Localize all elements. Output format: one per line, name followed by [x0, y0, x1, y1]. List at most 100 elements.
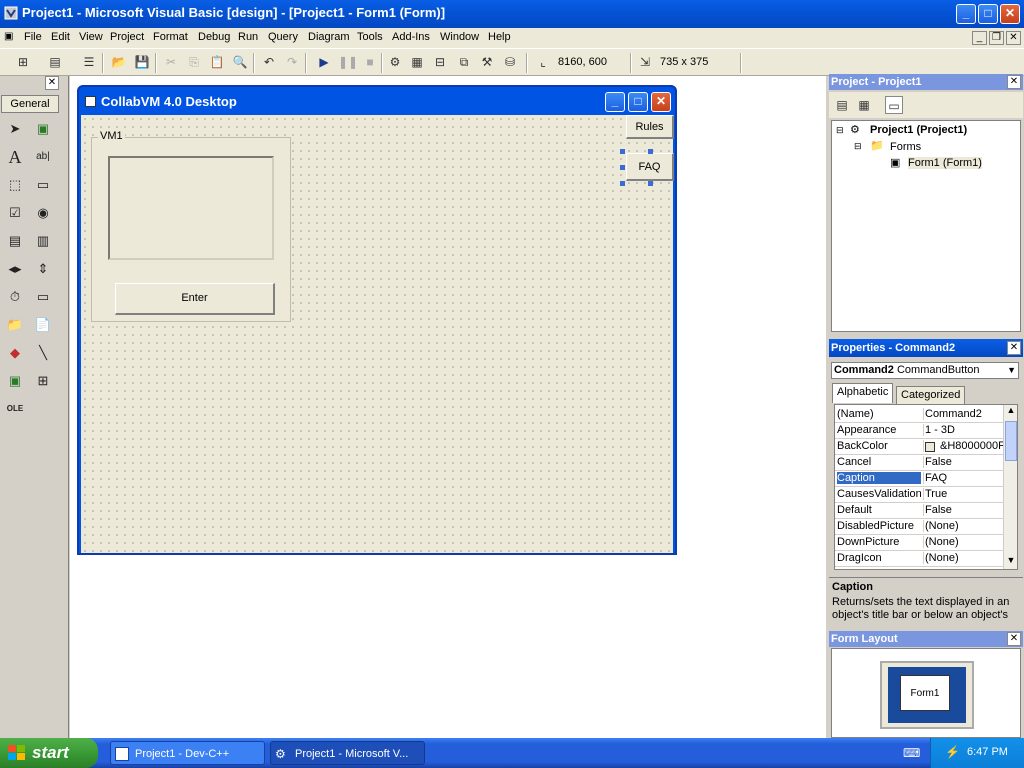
form1-preview[interactable]: Form1	[900, 675, 950, 711]
start-icon[interactable]: ▶	[315, 53, 333, 71]
menu-run[interactable]: Run	[238, 31, 258, 43]
object-browser-icon[interactable]: ⧉	[455, 53, 473, 71]
expand-icon[interactable]: ⊟	[854, 141, 862, 152]
network-icon[interactable]: ⚡	[945, 745, 960, 759]
property-row-selected[interactable]: Caption FAQ	[835, 471, 1003, 487]
menu-diagram[interactable]: Diagram	[308, 31, 350, 43]
mdi-close-button[interactable]: ✕	[1006, 31, 1021, 45]
keyboard-icon[interactable]: ⌨	[903, 746, 920, 760]
properties-panel-close-icon[interactable]: ✕	[1007, 341, 1021, 355]
form-designer-window[interactable]: CollabVM 4.0 Desktop _ □ ✕ VM1 Enter Rul…	[77, 85, 677, 555]
menu-help[interactable]: Help	[488, 31, 511, 43]
menu-view[interactable]: View	[79, 31, 103, 43]
tree-project-root[interactable]: Project1 (Project1)	[870, 124, 967, 136]
menu-file[interactable]: File	[24, 31, 42, 43]
checkbox-tool-icon[interactable]: ☑	[4, 202, 26, 224]
scroll-down-icon[interactable]: ▼	[1004, 555, 1017, 569]
listbox-tool-icon[interactable]: ▥	[32, 230, 54, 252]
picturebox-tool-icon[interactable]: ▣	[32, 118, 54, 140]
toolbox-close-icon[interactable]: ✕	[45, 76, 59, 90]
selection-handle[interactable]	[620, 165, 625, 170]
hscrollbar-tool-icon[interactable]: ◂▸	[4, 258, 26, 280]
rules-button[interactable]: Rules	[626, 115, 674, 139]
property-row[interactable]: Appearance 1 - 3D	[835, 423, 1003, 439]
view-object-icon[interactable]: ▦	[855, 96, 873, 114]
property-row[interactable]: Cancel False	[835, 455, 1003, 471]
form-close-button[interactable]: ✕	[651, 92, 671, 112]
data-tool-icon[interactable]: ⊞	[32, 370, 54, 392]
minimize-button[interactable]: _	[956, 4, 976, 24]
shape-tool-icon[interactable]: ◆	[4, 342, 26, 364]
enter-button[interactable]: Enter	[115, 283, 275, 315]
menu-editor-icon[interactable]: ☰	[80, 53, 98, 71]
menu-window[interactable]: Window	[440, 31, 479, 43]
property-value[interactable]: (None)	[923, 520, 1003, 532]
property-row[interactable]: DownPicture (None)	[835, 535, 1003, 551]
menu-tools[interactable]: Tools	[357, 31, 383, 43]
open-project-icon[interactable]: 📂	[110, 53, 128, 71]
scroll-thumb[interactable]	[1005, 421, 1017, 461]
filelistbox-tool-icon[interactable]: 📄	[32, 314, 54, 336]
form-layout-icon[interactable]: ⊟	[431, 53, 449, 71]
line-tool-icon[interactable]: ╲	[32, 342, 54, 364]
property-value-editor[interactable]: FAQ	[923, 472, 1003, 484]
menu-format[interactable]: Format	[153, 31, 188, 43]
property-grid-scrollbar[interactable]: ▲ ▼	[1003, 405, 1017, 569]
main-title-bar[interactable]: Project1 - Microsoft Visual Basic [desig…	[0, 0, 1024, 28]
textbox-tool-icon[interactable]: ab|	[32, 146, 54, 168]
ole-tool-icon[interactable]: OLE	[4, 398, 26, 420]
selection-handle[interactable]	[648, 181, 653, 186]
menu-edit[interactable]: Edit	[51, 31, 70, 43]
project-explorer-icon[interactable]: ⚙	[386, 53, 404, 71]
tab-categorized[interactable]: Categorized	[896, 386, 966, 404]
add-form-icon[interactable]: ▤	[46, 53, 64, 71]
toolbox-general-tab[interactable]: General	[1, 95, 59, 113]
menu-add-ins[interactable]: Add-Ins	[392, 31, 430, 43]
selection-handle[interactable]	[648, 149, 653, 154]
chevron-down-icon[interactable]: ▼	[1007, 363, 1016, 378]
mdi-restore-button[interactable]: ❐	[989, 31, 1004, 45]
form-canvas[interactable]: VM1 Enter Rules FAQ	[81, 115, 674, 553]
faq-button[interactable]: FAQ	[626, 153, 674, 181]
scroll-up-icon[interactable]: ▲	[1004, 405, 1017, 419]
undo-icon[interactable]: ↶	[260, 53, 278, 71]
label-tool-icon[interactable]: A	[4, 146, 26, 168]
selection-handle[interactable]	[620, 181, 625, 186]
form-minimize-button[interactable]: _	[605, 92, 625, 112]
property-row[interactable]: Default False	[835, 503, 1003, 519]
vscrollbar-tool-icon[interactable]: ⇕	[32, 258, 54, 280]
property-value[interactable]: False	[923, 456, 1003, 468]
break-icon[interactable]: ❚❚	[338, 53, 358, 71]
redo-icon[interactable]: ↷	[283, 53, 301, 71]
cut-icon[interactable]: ✂	[162, 53, 180, 71]
data-view-icon[interactable]: ⛁	[501, 53, 519, 71]
property-row[interactable]: CausesValidation True	[835, 487, 1003, 503]
toolbox-icon[interactable]: ⚒	[478, 53, 496, 71]
view-code-icon[interactable]: ▤	[833, 96, 851, 114]
combobox-tool-icon[interactable]: ▤	[4, 230, 26, 252]
property-value[interactable]: 1 - 3D	[923, 424, 1003, 436]
optionbutton-tool-icon[interactable]: ◉	[32, 202, 54, 224]
tab-alphabetic[interactable]: Alphabetic	[832, 383, 894, 403]
save-project-icon[interactable]: 💾	[133, 53, 151, 71]
selection-handle[interactable]	[620, 149, 625, 154]
copy-icon[interactable]: ⎘	[185, 53, 203, 71]
property-value[interactable]: True	[923, 488, 1003, 500]
property-value[interactable]: (None)	[923, 552, 1003, 564]
pointer-tool-icon[interactable]: ➤	[4, 118, 26, 140]
frame-tool-icon[interactable]: ⬚	[4, 174, 26, 196]
toggle-folders-icon[interactable]: ▭	[885, 96, 903, 114]
property-row[interactable]: DisabledPicture (None)	[835, 519, 1003, 535]
find-icon[interactable]: 🔍	[231, 53, 249, 71]
start-button[interactable]: start	[0, 738, 98, 768]
property-value[interactable]: Command2	[923, 408, 1003, 420]
menu-debug[interactable]: Debug	[198, 31, 230, 43]
property-value[interactable]: (None)	[923, 536, 1003, 548]
close-button[interactable]: ✕	[1000, 4, 1020, 24]
tree-forms-folder[interactable]: Forms	[890, 141, 921, 153]
mdi-minimize-button[interactable]: _	[972, 31, 987, 45]
end-icon[interactable]: ■	[361, 53, 379, 71]
expand-icon[interactable]: ⊟	[836, 125, 844, 136]
form-system-menu-icon[interactable]: ▣	[4, 31, 13, 42]
property-value[interactable]: &H8000000F	[923, 440, 1003, 452]
